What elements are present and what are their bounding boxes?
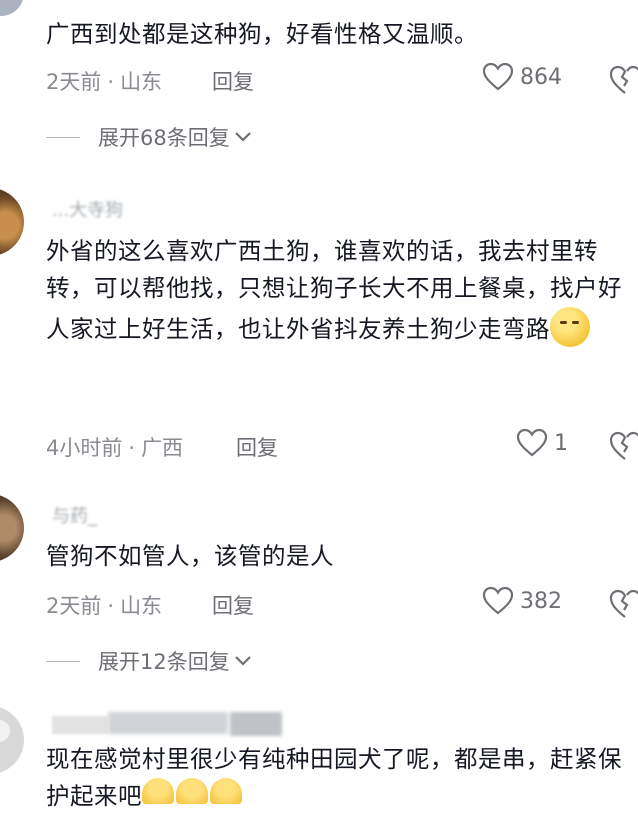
like-button[interactable]: 1 — [516, 428, 568, 458]
expand-replies-button[interactable]: 展开12条回复 — [46, 646, 252, 676]
comment-time: 2天前 — [46, 70, 102, 94]
broken-heart-icon[interactable] — [608, 588, 638, 620]
emoji-icon — [142, 778, 174, 804]
avatar[interactable] — [0, 706, 24, 774]
heart-icon — [516, 428, 548, 457]
meta-separator: · — [107, 594, 115, 618]
comment-meta: 4小时前 · 广西 — [46, 432, 183, 462]
comment-time: 4小时前 — [46, 436, 123, 460]
broken-heart-icon[interactable] — [608, 64, 638, 96]
avatar[interactable] — [0, 188, 24, 256]
comment-meta: 2天前 · 山东 — [46, 66, 162, 96]
expand-replies-button[interactable]: 展开68条回复 — [46, 122, 252, 152]
expand-replies-label: 展开68条回复 — [98, 126, 230, 150]
chevron-down-icon — [234, 656, 251, 666]
comment-text: 外省的这么喜欢广西土狗，谁喜欢的话，我去村里转转，可以帮他找，只想让狗子长大不用… — [46, 233, 638, 348]
username-redacted — [52, 712, 282, 738]
meta-separator: · — [128, 436, 136, 460]
comment-text: 现在感觉村里很少有纯种田园犬了呢，都是串，赶紧保护起来吧 — [46, 741, 638, 815]
comment-text: 广西到处都是这种狗，好看性格又温顺。 — [46, 20, 478, 48]
comment-location: 广西 — [141, 436, 184, 460]
like-count: 382 — [520, 588, 562, 614]
comment-text-content: 外省的这么喜欢广西土狗，谁喜欢的话，我去村里转转，可以帮他找，只想让狗子长大不用… — [46, 237, 622, 343]
expand-replies-label: 展开12条回复 — [98, 650, 230, 674]
comment-text: 管狗不如管人，该管的是人 — [46, 542, 334, 570]
comment-location: 山东 — [120, 594, 163, 618]
broken-heart-icon[interactable] — [608, 430, 638, 462]
avatar[interactable] — [0, 494, 24, 562]
reply-button[interactable]: 回复 — [212, 66, 254, 96]
like-count: 864 — [520, 64, 562, 90]
emoji-icon — [210, 778, 242, 804]
username[interactable]: 与药_ — [52, 502, 97, 528]
heart-icon — [482, 586, 514, 615]
like-button[interactable]: 382 — [482, 586, 562, 616]
heart-icon — [482, 62, 514, 91]
divider-line — [46, 660, 80, 662]
like-count: 1 — [554, 430, 568, 456]
like-button[interactable]: 864 — [482, 62, 562, 92]
emoji-icon — [176, 778, 208, 804]
reply-button[interactable]: 回复 — [212, 590, 254, 620]
divider-line — [46, 136, 80, 138]
username[interactable]: ...大寺狗 — [52, 196, 123, 222]
comment-meta: 2天前 · 山东 — [46, 590, 162, 620]
comment-time: 2天前 — [46, 594, 102, 618]
reply-button[interactable]: 回复 — [236, 432, 278, 462]
comment-text-content: 现在感觉村里很少有纯种田园犬了呢，都是串，赶紧保护起来吧 — [46, 745, 622, 810]
comment-location: 山东 — [120, 70, 163, 94]
meta-separator: · — [107, 70, 115, 94]
avatar[interactable] — [0, 0, 24, 16]
chevron-down-icon — [234, 132, 251, 142]
emoji-icon — [550, 307, 590, 347]
